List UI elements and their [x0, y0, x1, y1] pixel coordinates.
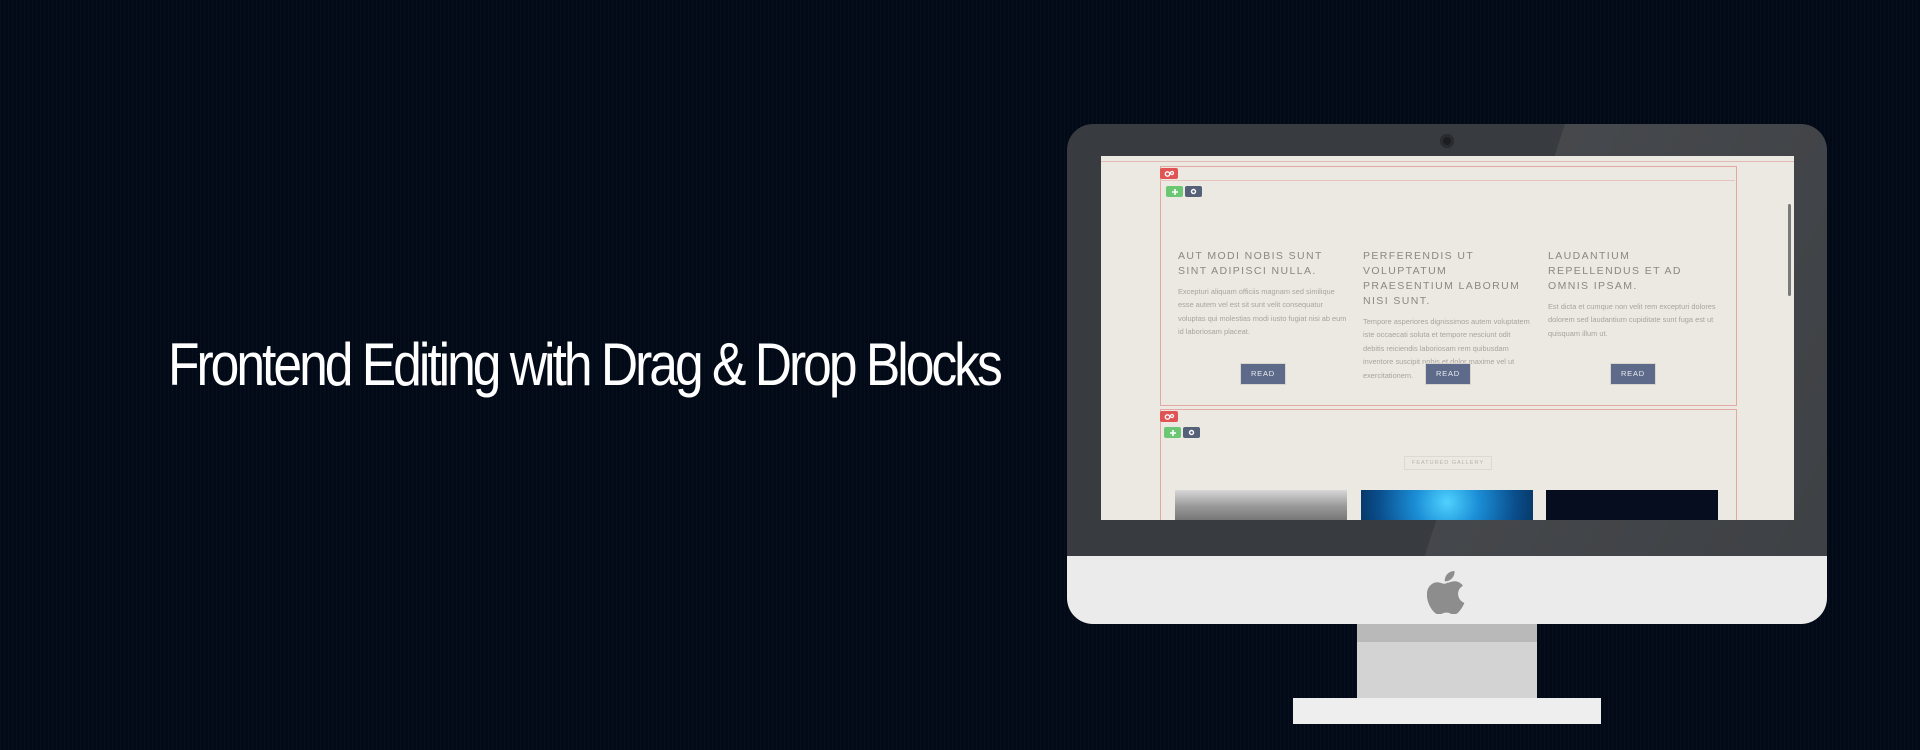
add-block-button-1[interactable] — [1166, 186, 1183, 197]
monitor-bezel: AUT MODI NOBIS SUNT SINT ADIPISCI NULLA.… — [1067, 124, 1827, 556]
gallery-image-3[interactable] — [1546, 490, 1718, 520]
content-column-3: LAUDANTIUM REPELLENDUS ET AD OMNIS IPSAM… — [1548, 249, 1718, 340]
column-title: PERFERENDIS UT VOLUPTATUM PRAESENTIUM LA… — [1363, 250, 1521, 307]
column-text: Excepturi aliquam officiis magnam sed si… — [1178, 287, 1347, 337]
featured-gallery-label: FEATURED GALLERY — [1404, 456, 1492, 470]
read-button-2[interactable]: READ — [1426, 364, 1470, 384]
read-button-3[interactable]: READ — [1611, 364, 1655, 384]
scrollbar[interactable] — [1788, 204, 1791, 296]
block-settings-button-2[interactable] — [1160, 411, 1178, 422]
website-screen: AUT MODI NOBIS SUNT SINT ADIPISCI NULLA.… — [1101, 156, 1794, 520]
gear-icon — [1190, 188, 1197, 195]
column-title: LAUDANTIUM REPELLENDUS ET AD OMNIS IPSAM… — [1548, 250, 1682, 292]
add-block-button-2[interactable] — [1164, 427, 1181, 438]
block-options-button-2[interactable] — [1183, 427, 1200, 438]
column-text: Est dicta et cumque non velit rem except… — [1548, 302, 1716, 338]
gallery-image-2[interactable] — [1361, 490, 1533, 520]
read-button-1[interactable]: READ — [1241, 364, 1285, 384]
content-column-2: PERFERENDIS UT VOLUPTATUM PRAESENTIUM LA… — [1363, 249, 1533, 382]
plus-icon — [1169, 429, 1176, 436]
apple-logo-icon — [1427, 570, 1465, 614]
camera-icon — [1440, 134, 1454, 148]
cogs-icon — [1164, 413, 1174, 420]
monitor-chin — [1067, 556, 1827, 624]
block-options-button-1[interactable] — [1185, 186, 1202, 197]
content-column-1: AUT MODI NOBIS SUNT SINT ADIPISCI NULLA.… — [1178, 249, 1348, 339]
headline: Frontend Editing with Drag & Drop Blocks — [168, 331, 1003, 398]
top-divider — [1101, 161, 1794, 162]
gallery-image-1[interactable] — [1175, 490, 1347, 520]
gear-icon — [1188, 429, 1195, 436]
block-1-inner-line — [1160, 180, 1735, 181]
block-settings-button-1[interactable] — [1160, 168, 1178, 179]
plus-icon — [1171, 188, 1178, 195]
imac-monitor: AUT MODI NOBIS SUNT SINT ADIPISCI NULLA.… — [1067, 124, 1827, 724]
monitor-stand-neck — [1357, 624, 1537, 698]
monitor-stand-base — [1293, 698, 1601, 724]
column-title: AUT MODI NOBIS SUNT SINT ADIPISCI NULLA. — [1178, 250, 1323, 277]
cogs-icon — [1164, 170, 1174, 177]
